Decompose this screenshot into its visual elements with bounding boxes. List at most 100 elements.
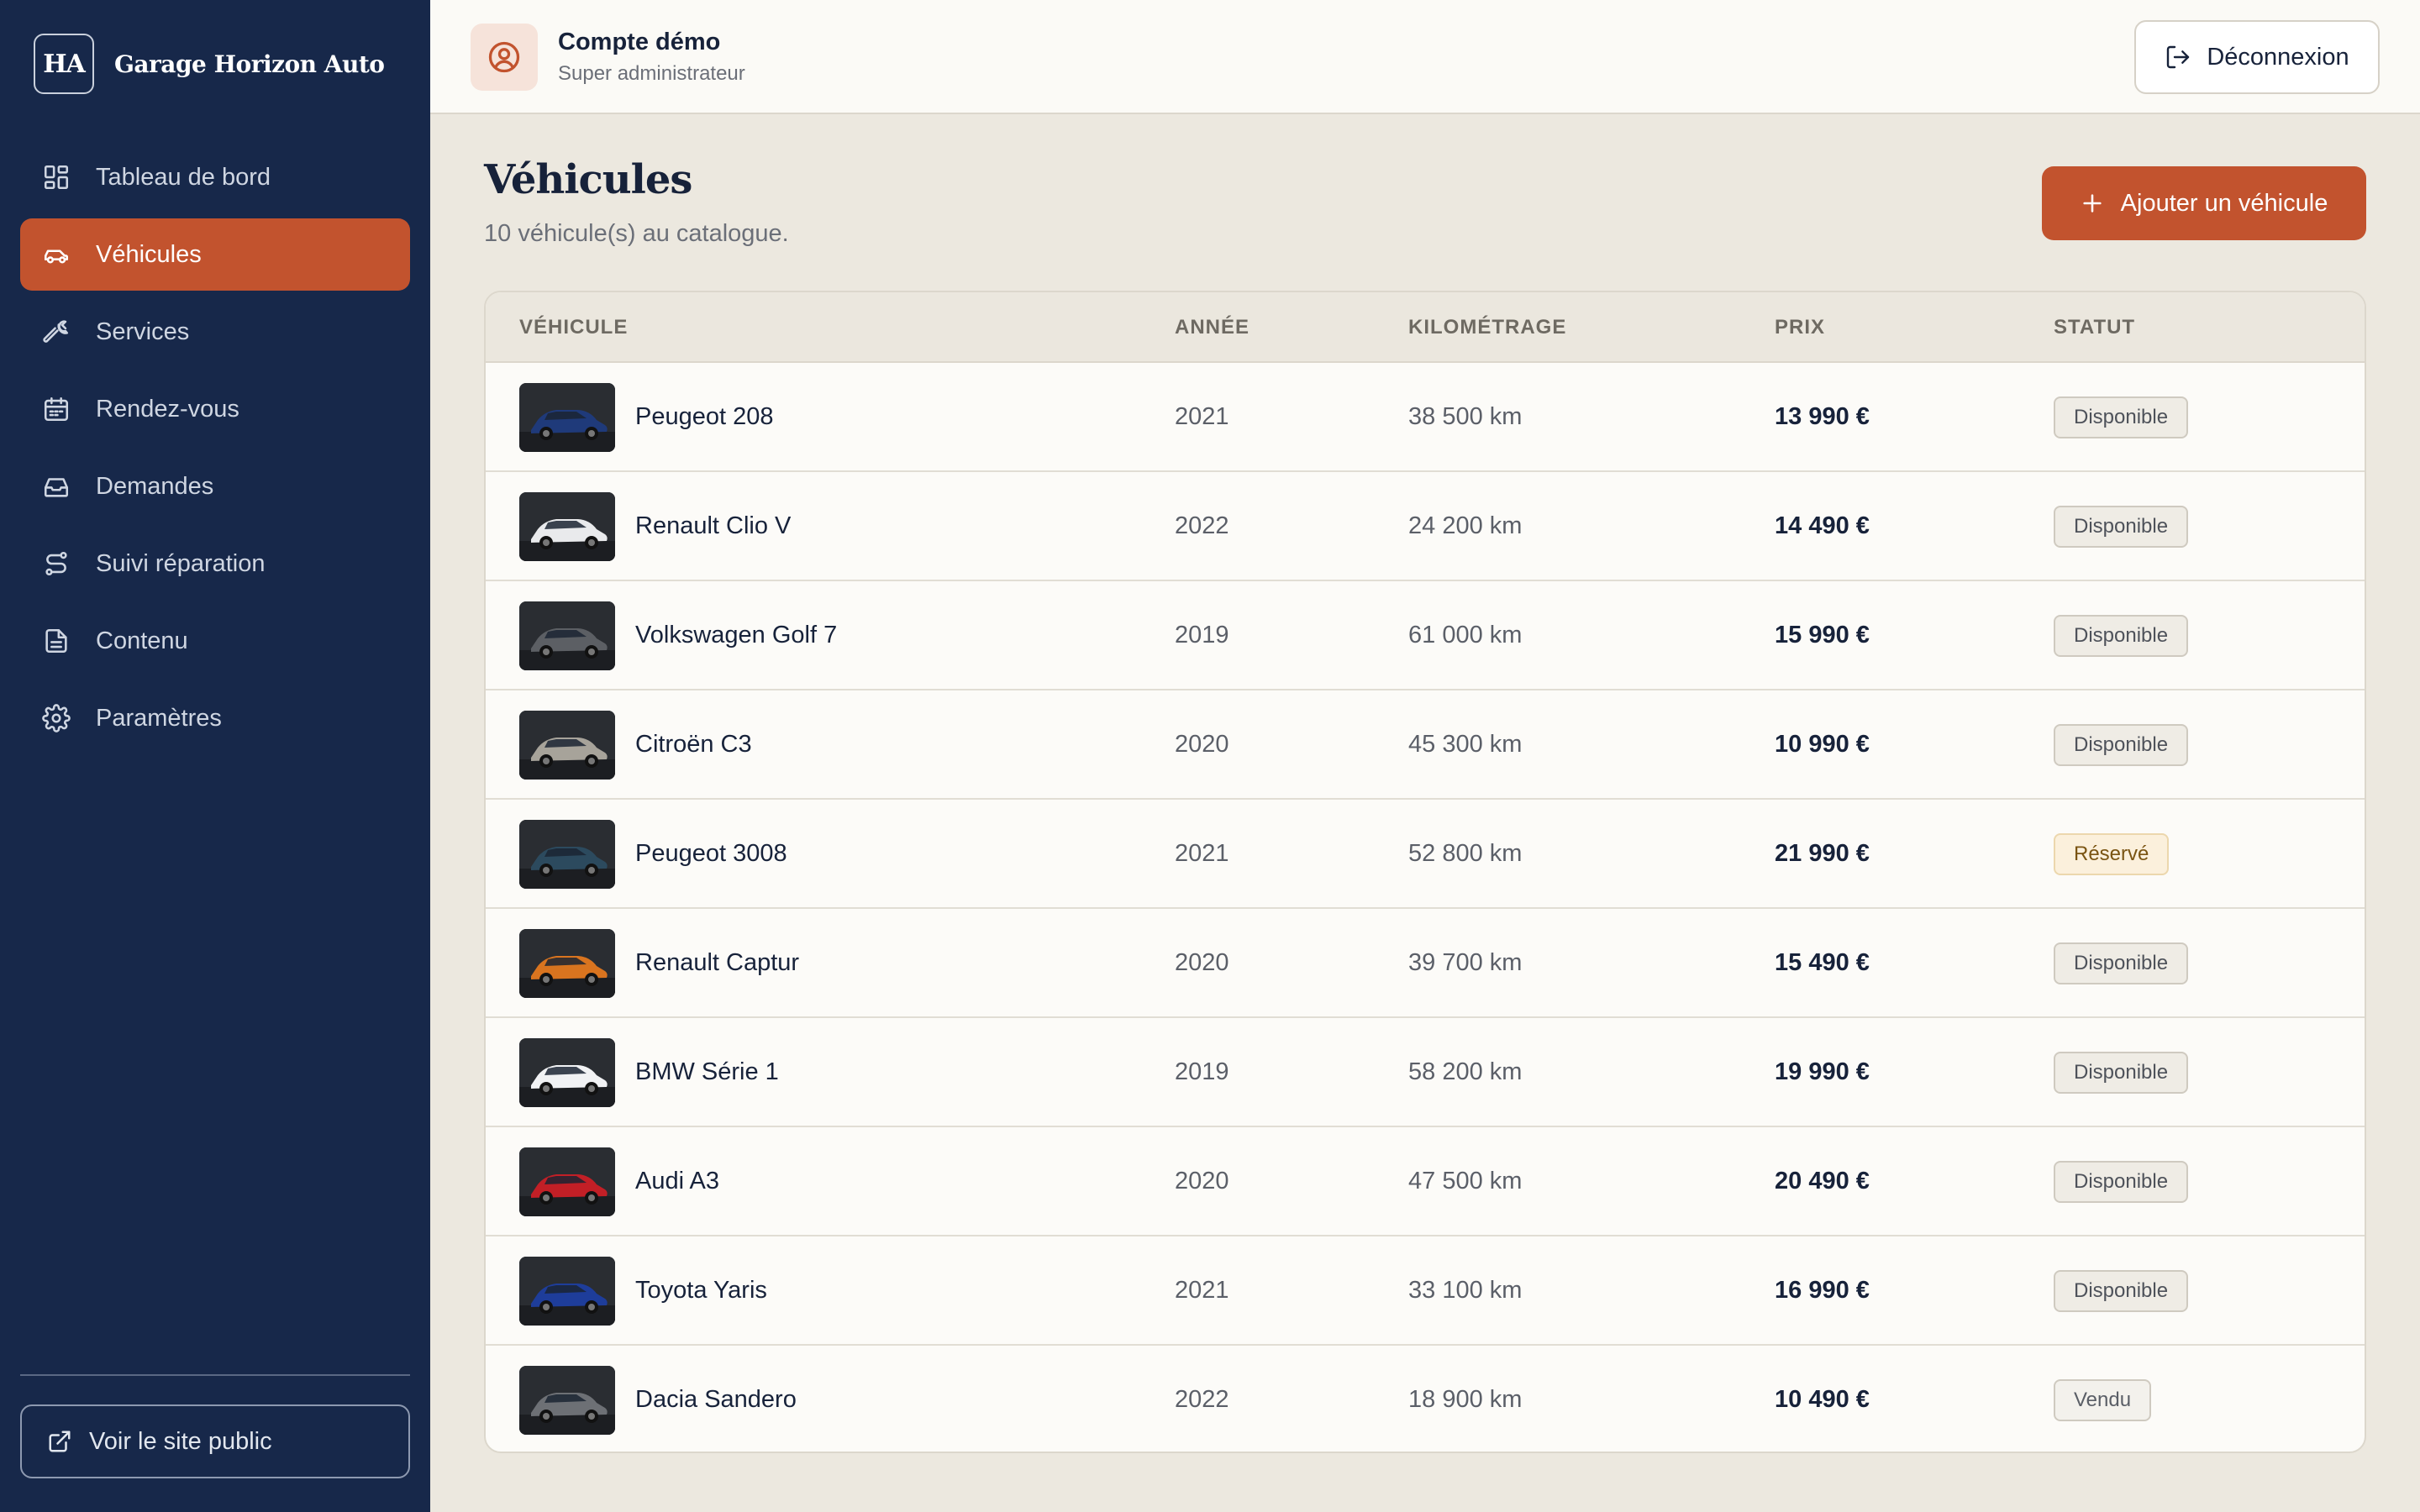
vehicle-price: 15 490 €	[1775, 949, 1870, 976]
vehicle-name[interactable]: Peugeot 3008	[635, 840, 787, 868]
vehicle-name[interactable]: Volkswagen Golf 7	[635, 622, 837, 649]
table-row[interactable]: Audi A3 2020 47 500 km 20 490 € Disponible	[486, 1127, 2365, 1236]
sidebar-item-vehicles[interactable]: Véhicules	[20, 218, 410, 291]
table-row[interactable]: Volkswagen Golf 7 2019 61 000 km 15 990 € Di…	[486, 581, 2365, 690]
column-header-mileage[interactable]: KILOMÉTRAGE	[1408, 316, 1566, 339]
vehicle-mileage: 61 000 km	[1408, 622, 1523, 648]
sidebar-item-appointments[interactable]: Rendez-vous	[20, 373, 410, 445]
column-header-status[interactable]: STATUT	[2054, 316, 2135, 339]
vehicle-name[interactable]: Peugeot 208	[635, 403, 773, 431]
vehicle-price: 13 990 €	[1775, 403, 1870, 430]
avatar	[471, 24, 538, 91]
vehicle-name[interactable]: BMW Série 1	[635, 1058, 779, 1086]
vehicle-thumbnail	[519, 383, 615, 452]
vehicle-price: 21 990 €	[1775, 840, 1870, 867]
car-photo-icon	[519, 492, 615, 561]
brand[interactable]: HA Garage Horizon Auto	[34, 34, 385, 94]
view-public-site-button[interactable]: Voir le site public	[20, 1404, 410, 1478]
vehicle-thumbnail	[519, 1257, 615, 1326]
sidebar-item-label: Rendez-vous	[96, 395, 239, 423]
vehicle-mileage: 58 200 km	[1408, 1058, 1523, 1085]
sidebar-item-requests[interactable]: Demandes	[20, 450, 410, 522]
table-row[interactable]: Renault Clio V 2022 24 200 km 14 490 € Dispo…	[486, 472, 2365, 581]
column-header-price[interactable]: PRIX	[1775, 316, 1825, 339]
vehicle-thumbnail	[519, 1038, 615, 1107]
sidebar: HA Garage Horizon Auto Tableau de bord V…	[0, 0, 430, 1512]
sidebar-item-label: Paramètres	[96, 704, 222, 732]
wrench-icon	[42, 318, 71, 346]
sidebar-nav: Tableau de bord Véhicules Services Rende…	[20, 141, 410, 759]
sidebar-item-content[interactable]: Contenu	[20, 605, 410, 677]
page-subtitle: 10 véhicule(s) au catalogue.	[484, 220, 789, 247]
vehicle-name[interactable]: Citroën C3	[635, 731, 752, 759]
sidebar-item-dashboard[interactable]: Tableau de bord	[20, 141, 410, 213]
vehicle-mileage: 18 900 km	[1408, 1386, 1523, 1413]
sidebar-item-services[interactable]: Services	[20, 296, 410, 368]
topbar: Compte démo Super administrateur Déconne…	[430, 0, 2420, 114]
brand-logo: HA	[34, 34, 94, 94]
vehicle-name[interactable]: Renault Clio V	[635, 512, 791, 540]
vehicle-year: 2020	[1175, 731, 1229, 758]
table-row[interactable]: Peugeot 3008 2021 52 800 km 21 990 € Réservé	[486, 800, 2365, 909]
vehicle-mileage: 45 300 km	[1408, 731, 1523, 758]
vehicle-name[interactable]: Dacia Sandero	[635, 1386, 797, 1414]
plus-icon	[2083, 194, 2102, 213]
status-badge: Vendu	[2054, 1379, 2152, 1421]
column-header-year[interactable]: ANNÉE	[1175, 316, 1249, 339]
table-row[interactable]: Peugeot 208 2021 38 500 km 13 990 € Disponib…	[486, 363, 2365, 472]
brand-name: Garage Horizon Auto	[114, 50, 385, 78]
vehicle-mileage: 24 200 km	[1408, 512, 1523, 539]
car-photo-icon	[519, 1257, 615, 1326]
car-photo-icon	[519, 1366, 615, 1435]
calendar-icon	[42, 395, 71, 423]
table-row[interactable]: Citroën C3 2020 45 300 km 10 990 € Disponibl…	[486, 690, 2365, 800]
document-icon	[42, 627, 71, 655]
vehicle-year: 2021	[1175, 403, 1229, 430]
column-header-vehicle[interactable]: VÉHICULE	[519, 316, 628, 339]
add-vehicle-label: Ajouter un véhicule	[2120, 189, 2328, 217]
car-photo-icon	[519, 711, 615, 780]
vehicle-thumbnail	[519, 1147, 615, 1216]
table-row[interactable]: Toyota Yaris 2021 33 100 km 16 990 € Disponi…	[486, 1236, 2365, 1346]
vehicle-year: 2019	[1175, 622, 1229, 648]
sidebar-item-label: Demandes	[96, 472, 214, 500]
vehicle-thumbnail	[519, 711, 615, 780]
vehicle-year: 2019	[1175, 1058, 1229, 1085]
sidebar-item-label: Contenu	[96, 627, 188, 654]
table-row[interactable]: Renault Captur 2020 39 700 km 15 490 € Dispo…	[486, 909, 2365, 1018]
vehicle-mileage: 39 700 km	[1408, 949, 1523, 976]
status-badge: Disponible	[2054, 506, 2189, 548]
status-badge: Disponible	[2054, 615, 2189, 657]
vehicle-price: 20 490 €	[1775, 1168, 1870, 1194]
sidebar-item-label: Services	[96, 318, 190, 345]
vehicle-name[interactable]: Renault Captur	[635, 949, 799, 977]
vehicle-price: 16 990 €	[1775, 1277, 1870, 1304]
vehicle-mileage: 47 500 km	[1408, 1168, 1523, 1194]
car-photo-icon	[519, 820, 615, 889]
sidebar-item-label: Suivi réparation	[96, 549, 266, 577]
sidebar-item-label: Véhicules	[96, 240, 202, 268]
logout-button[interactable]: Déconnexion	[2134, 20, 2380, 94]
logout-label: Déconnexion	[2207, 43, 2349, 71]
vehicle-thumbnail	[519, 1366, 615, 1435]
vehicle-name[interactable]: Toyota Yaris	[635, 1277, 767, 1305]
add-vehicle-button[interactable]: Ajouter un véhicule	[2042, 166, 2366, 240]
page-title: Véhicules	[484, 156, 692, 203]
vehicle-name[interactable]: Audi A3	[635, 1168, 719, 1195]
vehicle-mileage: 38 500 km	[1408, 403, 1523, 430]
status-badge: Disponible	[2054, 942, 2189, 984]
vehicle-mileage: 52 800 km	[1408, 840, 1523, 867]
car-photo-icon	[519, 601, 615, 670]
gear-icon	[42, 704, 71, 732]
vehicle-thumbnail	[519, 601, 615, 670]
table-row[interactable]: BMW Série 1 2019 58 200 km 19 990 € Disponib…	[486, 1018, 2365, 1127]
table-header: VÉHICULE ANNÉE KILOMÉTRAGE PRIX STATUT	[486, 292, 2365, 363]
status-badge: Disponible	[2054, 1161, 2189, 1203]
vehicle-mileage: 33 100 km	[1408, 1277, 1523, 1304]
sidebar-item-settings[interactable]: Paramètres	[20, 682, 410, 754]
vehicles-table: VÉHICULE ANNÉE KILOMÉTRAGE PRIX STATUT P…	[484, 291, 2366, 1453]
vehicle-year: 2021	[1175, 1277, 1229, 1304]
vehicle-year: 2022	[1175, 1386, 1229, 1413]
sidebar-item-repair-tracking[interactable]: Suivi réparation	[20, 528, 410, 600]
table-row[interactable]: Dacia Sandero 2022 18 900 km 10 490 € Vendu	[486, 1346, 2365, 1452]
